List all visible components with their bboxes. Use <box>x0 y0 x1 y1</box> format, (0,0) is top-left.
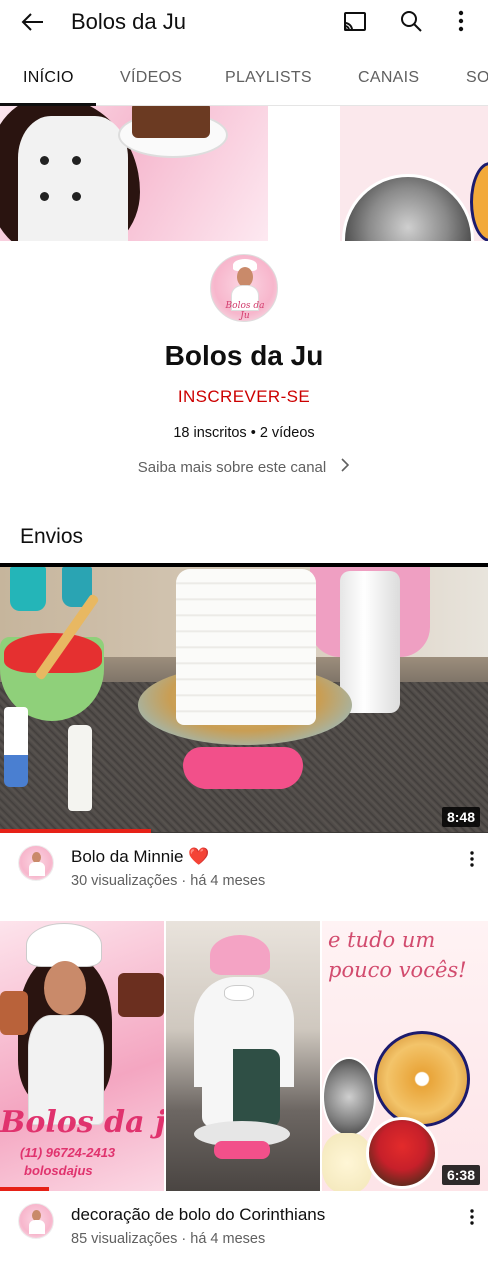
avatar-logo-text: Bolos da Ju <box>225 301 265 321</box>
video-thumbnail[interactable]: Bolos da ju (11) 96724-2413 bolosdajus e… <box>0 921 488 1191</box>
about-channel-link[interactable]: Saiba mais sobre este canal <box>0 458 488 476</box>
video-meta[interactable]: decoração de bolo do Corinthians 85 visu… <box>0 1191 488 1261</box>
video-duration: 8:48 <box>441 807 480 827</box>
thumbnail-phone-text: (11) 96724-2413 <box>20 1145 116 1160</box>
avatar[interactable] <box>18 845 54 881</box>
thumbnail-instagram-text: bolosdajus <box>24 1163 93 1178</box>
video-title[interactable]: Bolo da Minnie ❤️ <box>71 847 209 867</box>
channel-avatar[interactable]: Bolos da Ju <box>210 254 278 322</box>
channel-banner <box>0 106 488 241</box>
video-subtitle: 30 visualizações · há 4 meses <box>71 873 266 889</box>
app-bar-title: Bolos da Ju <box>71 9 186 34</box>
channel-stats: 18 inscritos • 2 vídeos <box>173 425 315 441</box>
avatar[interactable] <box>18 1203 54 1239</box>
chevron-right-icon <box>340 458 350 476</box>
banner-left-image <box>0 106 268 241</box>
subscribe-button[interactable]: INSCREVER-SE <box>0 387 488 407</box>
banner-right-image <box>340 106 488 241</box>
about-channel-label: Saiba mais sobre este canal <box>137 458 327 476</box>
section-title: Envios <box>20 525 84 548</box>
video-meta[interactable]: Bolo da Minnie ❤️ 30 visualizações · há … <box>0 833 488 903</box>
video-thumbnail[interactable]: 8:48 <box>0 563 488 833</box>
video-duration: 6:38 <box>441 1165 480 1185</box>
video-title[interactable]: decoração de bolo do Corinthians <box>71 1205 325 1225</box>
tab-videos[interactable]: VÍDEOS <box>120 69 182 87</box>
search-icon[interactable] <box>396 6 426 36</box>
video-subtitle: 85 visualizações · há 4 meses <box>71 1231 266 1247</box>
tab-playlists[interactable]: PLAYLISTS <box>225 69 312 87</box>
channel-name: Bolos da Ju <box>164 340 324 371</box>
more-options-icon[interactable] <box>448 6 474 36</box>
channel-tabs: INÍCIO VÍDEOS PLAYLISTS CANAIS SO <box>0 56 488 106</box>
tab-sobre[interactable]: SO <box>466 69 488 87</box>
back-arrow-icon[interactable] <box>18 8 48 36</box>
top-app-bar: Bolos da Ju <box>0 0 488 44</box>
thumbnail-script-text: e tudo um pouco vocês! <box>328 928 467 982</box>
cast-icon[interactable] <box>340 8 370 36</box>
vertical-dots-icon[interactable] <box>462 847 482 871</box>
vertical-dots-icon[interactable] <box>462 1205 482 1229</box>
tab-canais[interactable]: CANAIS <box>358 69 419 87</box>
tab-inicio[interactable]: INÍCIO <box>23 69 74 87</box>
thumbnail-brand-text: Bolos da ju <box>0 1105 164 1140</box>
